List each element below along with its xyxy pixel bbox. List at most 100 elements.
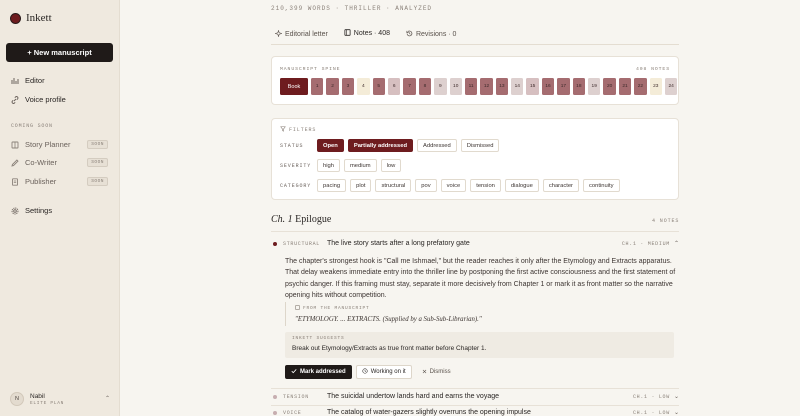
- spine-book-cell[interactable]: Book: [280, 78, 308, 95]
- chart-icon: [11, 77, 19, 85]
- sidebar-item-editor[interactable]: Editor: [11, 76, 45, 85]
- chevron-up-icon[interactable]: ⌃: [674, 240, 679, 247]
- spine-label: MANUSCRIPT SPINE: [280, 67, 341, 72]
- category-chip-pacing[interactable]: pacing: [317, 179, 347, 192]
- note-header-voice[interactable]: VOICE The catalog of water-gazers slight…: [273, 409, 679, 416]
- manuscript-meta: 210,399 WORDS · THRILLER · ANALYZED: [271, 5, 433, 12]
- spine-chapter-cell[interactable]: 16: [541, 78, 555, 95]
- mark-addressed-button[interactable]: Mark addressed: [285, 365, 352, 379]
- severity-chip-high[interactable]: high: [317, 159, 340, 172]
- spine-chapter-cell[interactable]: 9: [434, 78, 447, 95]
- note-header-structural[interactable]: STRUCTURAL The live story starts after a…: [273, 240, 679, 247]
- notes-icon: [344, 29, 351, 38]
- tab-revisions[interactable]: Revisions · 0: [402, 25, 460, 45]
- category-chip-tension[interactable]: tension: [470, 179, 501, 192]
- note-tag: CH.1 · LOW: [632, 409, 670, 416]
- spine-row: Book 1 2 3 4 5 6 7 8 9 10 11 12 13 14 15 16 17 18 19 20 21 22…: [280, 78, 678, 95]
- dismiss-button[interactable]: Dismiss: [416, 365, 457, 379]
- note-type: VOICE: [283, 409, 302, 416]
- spine-chapter-cell[interactable]: 24: [664, 78, 678, 95]
- severity-label: SEVERITY: [280, 162, 312, 169]
- sidebar-item-publisher[interactable]: Publisher SOON: [11, 177, 108, 186]
- sidebar-item-label: Co-Writer: [25, 158, 57, 167]
- note-header-tension[interactable]: TENSION The suicidal undertow lands hard…: [273, 393, 679, 400]
- quote-text: "ETYMOLOGY. ... EXTRACTS. (Supplied by a…: [295, 316, 482, 323]
- spine-chapter-cell[interactable]: 22: [634, 78, 647, 95]
- spine-chapter-cell[interactable]: 2: [326, 78, 339, 95]
- note-title: The catalog of water-gazers slightly ove…: [327, 409, 531, 416]
- sidebar: Inkett + New manuscript Editor Voice pro…: [0, 0, 120, 416]
- note-actions: Mark addressed Working on it Dismiss: [285, 365, 457, 379]
- spine-chapter-cell[interactable]: 3: [341, 78, 355, 95]
- spine-chapter-cell[interactable]: 15: [526, 78, 539, 95]
- spine-chapter-cell[interactable]: 6: [387, 78, 401, 95]
- status-filter-row: STATUS Open Partially addressed Addresse…: [280, 139, 500, 152]
- category-chip-structural[interactable]: structural: [375, 179, 412, 192]
- spine-chapter-cell[interactable]: 7: [403, 78, 416, 95]
- chevron-down-icon[interactable]: ⌄: [674, 409, 679, 416]
- spine-chapter-cell[interactable]: 1: [311, 78, 324, 95]
- sidebar-item-settings[interactable]: Settings: [11, 206, 52, 215]
- severity-dot: [273, 394, 277, 399]
- status-chip-open[interactable]: Open: [317, 139, 344, 152]
- spine-chapter-cell[interactable]: 17: [557, 78, 570, 95]
- severity-chip-low[interactable]: low: [380, 159, 402, 172]
- soon-badge: SOON: [87, 140, 108, 149]
- spine-chapter-cell[interactable]: 4: [357, 78, 370, 95]
- severity-chip-medium[interactable]: medium: [343, 159, 377, 172]
- note-tag: CH.1 · MEDIUM: [621, 240, 670, 247]
- spine-chapter-cell[interactable]: 21: [618, 78, 632, 95]
- category-chip-dialogue[interactable]: dialogue: [504, 179, 539, 192]
- spine-chapter-cell[interactable]: 19: [588, 78, 601, 95]
- note-type: TENSION: [283, 393, 309, 400]
- category-filter-row: CATEGORY pacing plot structural pov voic…: [280, 179, 620, 192]
- tab-editorial-letter[interactable]: Editorial letter: [271, 25, 332, 45]
- spine-chapter-cell[interactable]: 11: [464, 78, 478, 95]
- brand[interactable]: Inkett: [10, 12, 52, 24]
- sidebar-item-label: Settings: [25, 206, 53, 215]
- working-on-it-label: Working on it: [370, 369, 406, 375]
- spine-chapter-cell[interactable]: 20: [603, 78, 616, 95]
- sparkle-icon: [274, 28, 283, 39]
- sidebar-item-voice-profile[interactable]: Voice profile: [11, 95, 66, 104]
- user-menu[interactable]: N Nabil ELITE PLAN ⌃: [10, 392, 110, 406]
- sidebar-item-story-planner[interactable]: Story Planner SOON: [11, 140, 108, 149]
- clock-icon: [362, 368, 368, 376]
- close-icon: [422, 369, 427, 376]
- link-icon: [11, 95, 19, 104]
- history-icon: [406, 30, 413, 39]
- spine-chapter-cell[interactable]: 14: [511, 78, 524, 95]
- spine-chapter-cell[interactable]: 12: [480, 78, 493, 95]
- tab-notes[interactable]: Notes · 408: [339, 25, 394, 45]
- chapter-name: Epilogue: [295, 214, 332, 225]
- status-chip-dismissed[interactable]: Dismissed: [460, 139, 500, 152]
- app-name: Inkett: [26, 12, 52, 24]
- category-chip-voice[interactable]: voice: [440, 179, 467, 192]
- chevron-up-icon: ⌃: [104, 396, 110, 402]
- note-title: The suicidal undertow lands hard and ear…: [327, 393, 499, 400]
- spine-chapter-cell[interactable]: 8: [418, 78, 432, 95]
- category-chip-continuity[interactable]: continuity: [583, 179, 620, 192]
- main-content: 210,399 WORDS · THRILLER · ANALYZED Edit…: [121, 0, 800, 416]
- spine-chapter-cell[interactable]: 18: [572, 78, 586, 95]
- category-chip-pov[interactable]: pov: [415, 179, 437, 192]
- new-manuscript-button[interactable]: + New manuscript: [6, 43, 113, 62]
- spine-chapter-cell[interactable]: 13: [495, 78, 509, 95]
- note-body: The chapter's strongest hook is "Call me…: [285, 258, 676, 299]
- tab-bar: Editorial letter Notes · 408 Revisions ·…: [271, 25, 460, 45]
- book-icon: [11, 141, 19, 149]
- status-chip-addressed[interactable]: Addressed: [417, 139, 457, 152]
- category-chip-character[interactable]: character: [542, 179, 579, 192]
- dismiss-label: Dismiss: [429, 369, 451, 375]
- quote-label: FROM THE MANUSCRIPT: [295, 305, 677, 312]
- spine-chapter-cell[interactable]: 5: [372, 78, 385, 95]
- category-chip-plot[interactable]: plot: [350, 179, 372, 192]
- chevron-down-icon[interactable]: ⌄: [674, 393, 679, 400]
- spine-chapter-cell[interactable]: 23: [649, 78, 662, 95]
- working-on-it-button[interactable]: Working on it: [355, 365, 412, 379]
- chapter-note-count: 4 NOTES: [652, 218, 680, 224]
- inkett-suggestion: INKETT SUGGESTS Break out Etymology/Extr…: [285, 332, 674, 358]
- spine-chapter-cell[interactable]: 10: [449, 78, 462, 95]
- sidebar-item-co-writer[interactable]: Co-Writer SOON: [11, 158, 108, 167]
- status-chip-partially-addressed[interactable]: Partially addressed: [347, 139, 413, 152]
